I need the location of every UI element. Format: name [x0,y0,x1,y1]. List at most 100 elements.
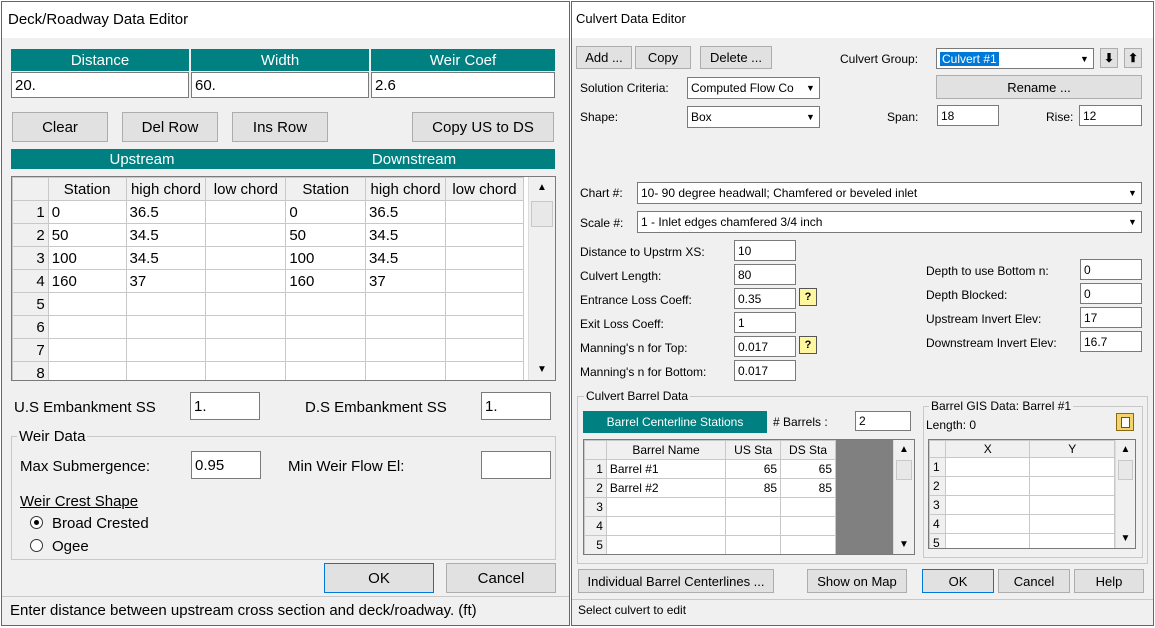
exit-loss-input[interactable]: 1 [734,312,796,333]
table-cell[interactable] [445,223,524,247]
culvert-group-select[interactable]: Culvert #1 ▼ [936,48,1094,69]
broad-crested-label[interactable]: Broad Crested [52,515,149,532]
move-up-icon[interactable]: ⬆ [1124,48,1142,68]
solution-criteria-select[interactable]: Computed Flow Co ▼ [687,77,820,99]
weir-coef-input[interactable]: 2.6 [371,72,555,98]
scroll-thumb[interactable] [531,201,553,227]
dropdown-arrow-icon[interactable]: ▼ [1125,184,1140,202]
table-cell[interactable]: 0 [285,200,367,224]
del-row-button[interactable]: Del Row [122,112,218,142]
table-cell[interactable] [205,200,287,224]
move-down-icon[interactable]: ⬇ [1100,48,1118,68]
rename-button[interactable]: Rename ... [936,75,1142,99]
ogee-label[interactable]: Ogee [52,538,89,555]
show-on-map-button[interactable]: Show on Map [807,569,907,593]
distance-to-upstream-input[interactable]: 10 [734,240,796,261]
table-cell[interactable]: 50 [47,223,127,247]
distance-input[interactable]: 20. [11,72,189,98]
table-cell[interactable]: 34.5 [365,223,446,247]
table-cell[interactable]: 65 [780,459,836,479]
table-cell[interactable] [445,246,524,270]
table-cell[interactable] [285,338,367,362]
mannings-top-input[interactable]: 0.017 [734,336,796,357]
table-cell[interactable]: 0 [47,200,127,224]
table-cell[interactable] [47,315,127,339]
dropdown-arrow-icon[interactable]: ▼ [803,79,818,97]
table-cell[interactable]: 100 [285,246,367,270]
table-cell[interactable] [365,292,446,316]
chart-number-select[interactable]: 10- 90 degree headwall; Chamfered or bev… [637,182,1142,204]
dropdown-arrow-icon[interactable]: ▼ [1125,213,1140,231]
table-cell[interactable] [365,361,446,380]
culvert-copy-button[interactable]: Copy [635,46,691,69]
table-cell[interactable] [445,200,524,224]
scroll-down-icon[interactable]: ▼ [1116,530,1135,547]
paste-table-icon[interactable] [1116,413,1134,431]
scroll-thumb[interactable] [896,460,912,480]
scroll-down-icon[interactable]: ▼ [894,536,914,553]
shape-select[interactable]: Box ▼ [687,106,820,128]
table-cell[interactable] [365,315,446,339]
station-table-scrollbar[interactable]: ▲ ▼ [528,177,555,380]
min-weir-flow-input[interactable] [481,451,551,479]
table-cell[interactable] [780,535,836,554]
table-cell[interactable]: 37 [125,269,207,293]
table-cell[interactable] [125,315,207,339]
table-cell[interactable]: 160 [47,269,127,293]
table-cell[interactable]: 37 [365,269,446,293]
gis-table-scrollbar[interactable]: ▲ ▼ [1115,440,1135,548]
depth-blocked-input[interactable]: 0 [1080,283,1142,304]
table-cell[interactable] [445,315,524,339]
barrel-table-scrollbar[interactable]: ▲ ▼ [893,440,914,554]
rise-input[interactable]: 12 [1079,105,1142,126]
deck-ok-button[interactable]: OK [324,563,434,593]
table-cell[interactable] [605,497,727,517]
table-cell[interactable] [125,338,207,362]
table-cell[interactable] [780,516,836,536]
table-cell[interactable] [365,338,446,362]
table-cell[interactable] [205,223,287,247]
table-cell[interactable] [445,361,524,380]
table-cell[interactable] [944,514,1031,534]
dropdown-arrow-icon[interactable]: ▼ [1077,50,1092,67]
max-submergence-input[interactable]: 0.95 [191,451,261,479]
radio-empty-icon[interactable] [30,539,43,552]
span-input[interactable]: 18 [937,105,999,126]
table-cell[interactable] [1029,514,1115,534]
table-cell[interactable]: Barrel #2 [605,478,727,498]
individual-barrel-centerlines-button[interactable]: Individual Barrel Centerlines ... [578,569,774,593]
ds-embankment-input[interactable]: 1. [481,392,551,420]
table-cell[interactable] [944,476,1031,496]
culvert-length-input[interactable]: 80 [734,264,796,285]
table-cell[interactable] [445,292,524,316]
table-cell[interactable]: 34.5 [365,246,446,270]
culvert-help-button[interactable]: Help [1074,569,1144,593]
table-cell[interactable] [205,246,287,270]
table-cell[interactable] [780,497,836,517]
table-cell[interactable] [445,269,524,293]
scroll-up-icon[interactable]: ▲ [1116,441,1135,458]
table-cell[interactable] [205,338,287,362]
table-cell[interactable]: 160 [285,269,367,293]
upstream-invert-input[interactable]: 17 [1080,307,1142,328]
ins-row-button[interactable]: Ins Row [232,112,328,142]
us-embankment-input[interactable]: 1. [190,392,260,420]
barrel-centerline-tab[interactable]: Barrel Centerline Stations [583,411,767,433]
table-cell[interactable]: 85 [725,478,782,498]
table-cell[interactable]: 34.5 [125,223,207,247]
table-cell[interactable] [285,315,367,339]
table-cell[interactable] [47,361,127,380]
table-cell[interactable]: 65 [725,459,782,479]
table-cell[interactable]: 34.5 [125,246,207,270]
table-cell[interactable]: 36.5 [365,200,446,224]
culvert-delete-button[interactable]: Delete ... [700,46,772,69]
table-cell[interactable]: Barrel #1 [605,459,727,479]
mannings-bottom-input[interactable]: 0.017 [734,360,796,381]
table-cell[interactable] [1029,533,1115,548]
table-cell[interactable] [1029,476,1115,496]
table-cell[interactable] [285,361,367,380]
table-cell[interactable]: 50 [285,223,367,247]
dropdown-arrow-icon[interactable]: ▼ [803,108,818,126]
scroll-thumb[interactable] [1118,460,1133,480]
barrels-count-input[interactable]: 2 [855,411,911,431]
